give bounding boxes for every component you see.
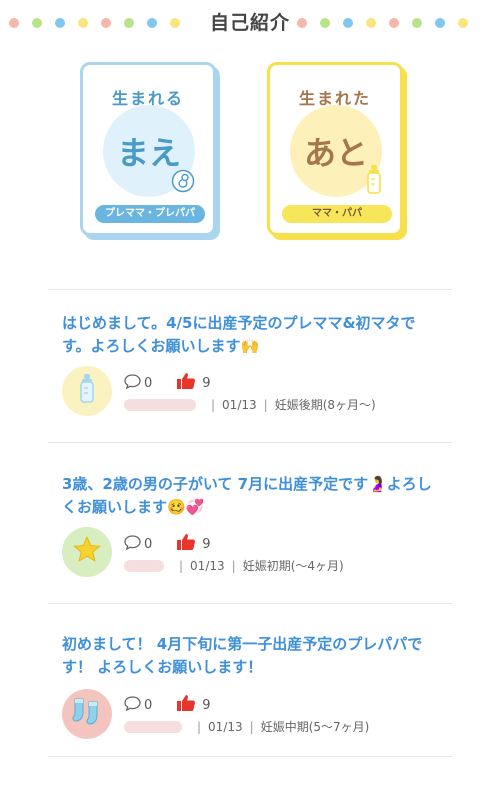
separator: | bbox=[263, 397, 268, 412]
post-date: 01/13 bbox=[222, 397, 257, 412]
dot bbox=[343, 18, 353, 28]
post-meta: | 01/13 | 妊娠中期(5〜7ヶ月) bbox=[124, 718, 369, 735]
avatar bbox=[62, 366, 112, 416]
pregnancy-stage: 妊娠初期(〜4ヶ月) bbox=[242, 559, 344, 573]
avatar bbox=[62, 527, 112, 577]
blurred-username bbox=[124, 559, 164, 572]
comment-count: 0 bbox=[144, 697, 153, 713]
post-title: 初めまして！ 4月下旬に第一子出産予定のプレパパです！ よろしくお願いします！ bbox=[62, 635, 423, 676]
separator: | bbox=[211, 397, 216, 412]
blurred-username bbox=[124, 720, 182, 733]
post-date: 01/13 bbox=[208, 719, 243, 734]
dot bbox=[389, 18, 399, 28]
post-title: 3歳、2歳の男の子がいて 7月に出産予定です🤰よろしくお願いします🥴💞 bbox=[62, 475, 432, 516]
thumbs-up-icon bbox=[176, 694, 196, 716]
pregnancy-stage: 妊娠中期(5〜7ヶ月) bbox=[260, 720, 370, 734]
post-meta: | 01/13 | 妊娠初期(〜4ヶ月) bbox=[124, 557, 344, 574]
dot bbox=[366, 18, 376, 28]
blurred-username bbox=[124, 398, 196, 411]
like-button[interactable]: 9 bbox=[176, 694, 211, 716]
dot bbox=[297, 18, 307, 28]
card-center-label: あと bbox=[303, 134, 368, 172]
divider bbox=[48, 442, 452, 443]
thumbs-up-icon bbox=[176, 533, 196, 555]
separator: | bbox=[197, 719, 202, 734]
fetus-icon bbox=[171, 169, 195, 197]
category-card-after-birth[interactable]: 生まれた あと ママ・パパ bbox=[267, 62, 403, 236]
post-date: 01/13 bbox=[190, 558, 225, 573]
baby-bottle-icon bbox=[366, 165, 382, 199]
like-button[interactable]: 9 bbox=[176, 372, 211, 394]
like-count: 9 bbox=[202, 375, 211, 391]
like-count: 9 bbox=[202, 536, 211, 552]
post-title-link[interactable]: はじめまして。4/5に出産予定のプレママ&初マタです。よろしくお願いします🙌 bbox=[62, 312, 442, 358]
post-stats: 0 9 bbox=[124, 533, 211, 555]
comment-icon bbox=[124, 695, 141, 715]
decorative-dots-right bbox=[297, 18, 468, 28]
like-button[interactable]: 9 bbox=[176, 533, 211, 555]
dot bbox=[435, 18, 445, 28]
avatar bbox=[62, 689, 112, 739]
divider bbox=[48, 603, 452, 604]
card-audience-label: ママ・パパ bbox=[282, 205, 392, 223]
card-center-label: まえ bbox=[116, 134, 181, 172]
dot bbox=[320, 18, 330, 28]
comment-count: 0 bbox=[144, 536, 153, 552]
comment-icon bbox=[124, 373, 141, 393]
divider bbox=[48, 289, 452, 290]
post-stats: 0 9 bbox=[124, 694, 211, 716]
pregnancy-stage: 妊娠後期(8ヶ月〜) bbox=[274, 398, 376, 412]
baby-socks-icon bbox=[71, 697, 103, 731]
separator: | bbox=[179, 558, 184, 573]
category-card-before-birth[interactable]: 生まれる まえ プレママ・プレパパ bbox=[80, 62, 216, 236]
comment-count: 0 bbox=[144, 375, 153, 391]
separator: | bbox=[249, 719, 254, 734]
header: 自己紹介 bbox=[0, 0, 500, 46]
baby-bottle-icon bbox=[79, 374, 95, 408]
post-stats: 0 9 bbox=[124, 372, 211, 394]
thumbs-up-icon bbox=[176, 372, 196, 394]
like-count: 9 bbox=[202, 697, 211, 713]
dot bbox=[458, 18, 468, 28]
post-title-link[interactable]: 初めまして！ 4月下旬に第一子出産予定のプレパパです！ よろしくお願いします！ bbox=[62, 633, 442, 679]
comment-icon bbox=[124, 534, 141, 554]
separator: | bbox=[231, 558, 236, 573]
divider bbox=[48, 756, 452, 757]
post-meta: | 01/13 | 妊娠後期(8ヶ月〜) bbox=[124, 396, 376, 413]
dot bbox=[412, 18, 422, 28]
star-icon bbox=[72, 535, 102, 569]
card-audience-label: プレママ・プレパパ bbox=[95, 205, 205, 223]
post-title: はじめまして。4/5に出産予定のプレママ&初マタです。よろしくお願いします🙌 bbox=[62, 314, 416, 355]
post-title-link[interactable]: 3歳、2歳の男の子がいて 7月に出産予定です🤰よろしくお願いします🥴💞 bbox=[62, 473, 442, 519]
